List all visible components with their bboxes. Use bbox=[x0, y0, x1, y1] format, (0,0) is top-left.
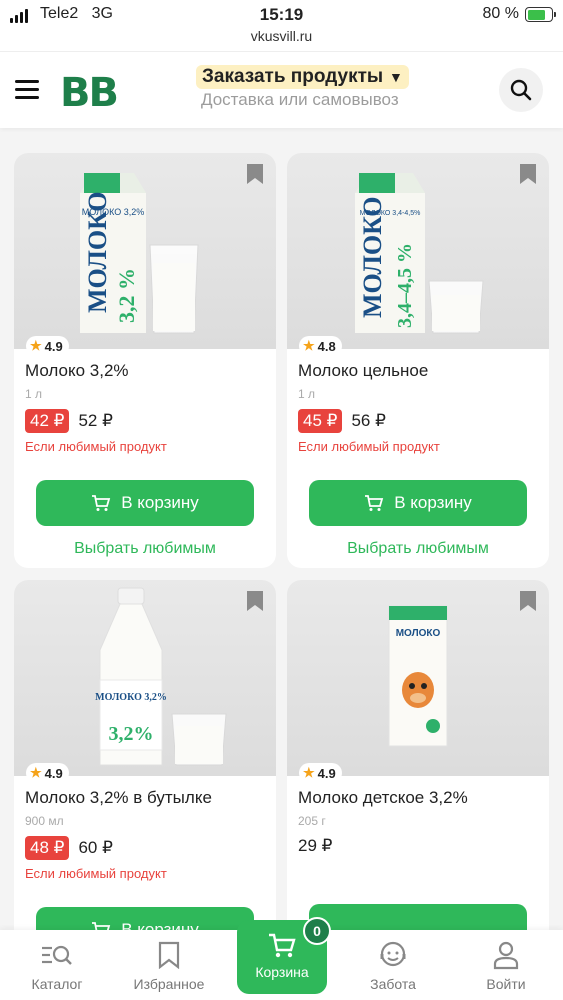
add-to-cart-button[interactable]: В корзину bbox=[309, 480, 527, 526]
tab-catalog[interactable]: Каталог bbox=[2, 938, 112, 992]
svg-text:3,2%: 3,2% bbox=[109, 723, 154, 745]
product-card[interactable]: МОЛОКО 3,2% МОЛОКО 3,2 % ★ 4.9 Молоко 3,2… bbox=[14, 153, 276, 568]
sale-price: 45 ₽ bbox=[298, 409, 343, 433]
menu-icon[interactable] bbox=[15, 80, 39, 100]
regular-price: 29 ₽ bbox=[298, 836, 333, 855]
product-name[interactable]: Молоко цельное bbox=[298, 361, 549, 381]
order-selector[interactable]: Заказать продукты ▼ Доставка или самовыв… bbox=[196, 65, 409, 110]
bottom-tab-bar: Каталог Избранное Корзина 0 Забота Войти bbox=[0, 917, 563, 1000]
cart-count-badge: 0 bbox=[303, 917, 331, 945]
user-icon bbox=[493, 941, 519, 970]
catalog-search-icon bbox=[42, 945, 72, 965]
add-to-cart-button[interactable]: В корзину bbox=[36, 480, 254, 526]
product-image[interactable]: МОЛОКО 3,2% 3,2% ★ 4.9 bbox=[14, 580, 276, 783]
product-grid: МОЛОКО 3,2% МОЛОКО 3,2 % ★ 4.9 Молоко 3,2… bbox=[0, 128, 563, 930]
star-icon: ★ bbox=[30, 338, 42, 353]
sale-price: 42 ₽ bbox=[25, 409, 70, 433]
cart-icon bbox=[92, 495, 111, 511]
rating-badge: ★ 4.9 bbox=[299, 763, 342, 783]
svg-text:МОЛОКО: МОЛОКО bbox=[83, 192, 112, 314]
bookmark-icon[interactable] bbox=[519, 163, 537, 190]
rating-badge: ★ 4.9 bbox=[26, 763, 69, 783]
add-to-cart-button[interactable]: В корзину bbox=[36, 907, 254, 930]
product-card[interactable]: МОЛОКО 3,4-4,5% МОЛОКО 3,4–4,5 % ★ 4.8 Мо… bbox=[287, 153, 549, 568]
product-unit: 205 г bbox=[298, 814, 326, 828]
svg-text:МОЛОКО 3,2%: МОЛОКО 3,2% bbox=[95, 692, 167, 703]
product-unit: 1 л bbox=[298, 387, 316, 401]
tab-favorites[interactable]: Избранное bbox=[114, 938, 224, 992]
choose-favorite-link[interactable]: Выбрать любимым bbox=[287, 540, 549, 558]
choose-favorite-link[interactable]: Выбрать любимым bbox=[14, 540, 276, 558]
regular-price: 56 ₽ bbox=[351, 411, 386, 430]
support-icon bbox=[380, 941, 406, 967]
order-title[interactable]: Заказать продукты ▼ bbox=[196, 65, 409, 89]
product-card[interactable]: МОЛОКО 3,2% 3,2% ★ 4.9 Молоко 3,2% в буты… bbox=[14, 580, 276, 930]
tab-login[interactable]: Войти bbox=[451, 938, 561, 992]
kids-milk-carton-image: МОЛОКО bbox=[388, 605, 448, 747]
rating-badge: ★ 4.8 bbox=[299, 336, 342, 356]
product-name[interactable]: Молоко детское 3,2% bbox=[298, 788, 549, 808]
battery-percent: 80 % bbox=[482, 5, 519, 22]
cart-icon bbox=[92, 922, 111, 930]
tab-care[interactable]: Забота bbox=[338, 938, 448, 992]
bookmark-icon[interactable] bbox=[246, 590, 264, 617]
status-bar: Tele2 3G 15:19 80 % bbox=[0, 0, 563, 30]
favorite-note: Если любимый продукт bbox=[25, 439, 167, 454]
order-subtitle: Доставка или самовывоз bbox=[201, 90, 399, 109]
svg-text:МОЛОКО: МОЛОКО bbox=[358, 197, 387, 319]
regular-price: 52 ₽ bbox=[78, 411, 113, 430]
svg-text:3,2 %: 3,2 % bbox=[114, 268, 139, 323]
milk-bottle-image: МОЛОКО 3,2% 3,2% bbox=[95, 587, 227, 766]
chevron-down-icon: ▼ bbox=[385, 69, 403, 85]
bookmark-icon[interactable] bbox=[519, 590, 537, 617]
product-card[interactable]: МОЛОКО ★ 4.9 Молоко детское 3,2% 205 г 29… bbox=[287, 580, 549, 930]
price-row: 29 ₽ bbox=[298, 836, 549, 856]
milk-carton-image: МОЛОКО 3,4-4,5% МОЛОКО 3,4–4,5 % bbox=[355, 173, 484, 334]
cart-icon bbox=[365, 495, 384, 511]
star-icon: ★ bbox=[303, 765, 315, 780]
product-name[interactable]: Молоко 3,2% bbox=[25, 361, 276, 381]
product-image[interactable]: МОЛОКО 3,2% МОЛОКО 3,2 % ★ 4.9 bbox=[14, 153, 276, 356]
price-row: 45 ₽ 56 ₽ bbox=[298, 409, 549, 433]
product-unit: 1 л bbox=[25, 387, 43, 401]
price-row: 48 ₽ 60 ₽ bbox=[25, 836, 276, 860]
product-image[interactable]: МОЛОКО 3,4-4,5% МОЛОКО 3,4–4,5 % ★ 4.8 bbox=[287, 153, 549, 356]
clock: 15:19 bbox=[259, 5, 304, 24]
battery-icon bbox=[525, 7, 556, 22]
regular-price: 60 ₽ bbox=[78, 838, 113, 857]
milk-carton-image: МОЛОКО 3,2% МОЛОКО 3,2 % bbox=[80, 173, 199, 334]
sale-price: 48 ₽ bbox=[25, 836, 70, 860]
bookmark-icon bbox=[158, 941, 180, 969]
product-name[interactable]: Молоко 3,2% в бутылке bbox=[25, 788, 276, 808]
product-unit: 900 мл bbox=[25, 814, 64, 828]
search-button[interactable] bbox=[499, 68, 543, 112]
svg-text:3,4–4,5 %: 3,4–4,5 % bbox=[394, 243, 416, 328]
cart-icon bbox=[269, 933, 296, 958]
add-to-cart-button[interactable] bbox=[309, 904, 527, 930]
favorite-note: Если любимый продукт bbox=[298, 439, 440, 454]
url-bar[interactable]: vkusvill.ru bbox=[0, 28, 563, 52]
logo[interactable]: ВВ bbox=[60, 70, 119, 116]
svg-text:МОЛОКО: МОЛОКО bbox=[396, 628, 441, 639]
bookmark-icon[interactable] bbox=[246, 163, 264, 190]
rating-badge: ★ 4.9 bbox=[26, 336, 69, 356]
product-image[interactable]: МОЛОКО ★ 4.9 bbox=[287, 580, 549, 783]
price-row: 42 ₽ 52 ₽ bbox=[25, 409, 276, 433]
search-icon bbox=[510, 79, 532, 101]
site-header: ВВ Заказать продукты ▼ Доставка или само… bbox=[0, 52, 563, 128]
favorite-note: Если любимый продукт bbox=[25, 866, 167, 881]
star-icon: ★ bbox=[30, 765, 42, 780]
star-icon: ★ bbox=[303, 338, 315, 353]
